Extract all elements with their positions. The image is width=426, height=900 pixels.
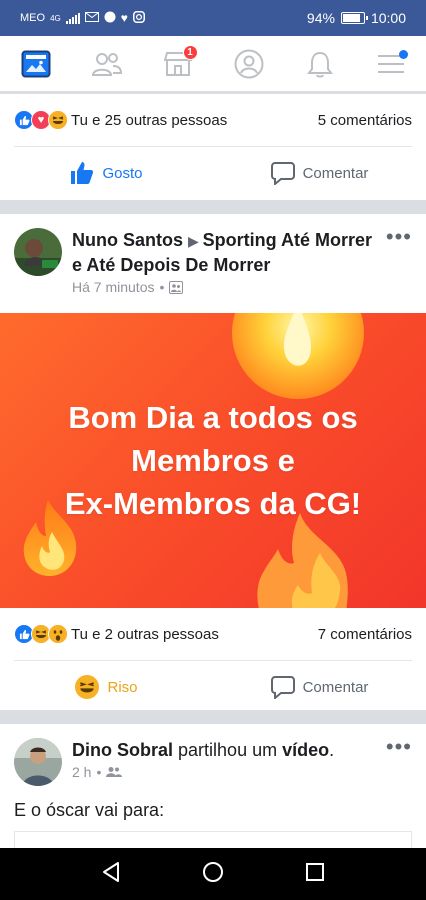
back-triangle-icon: [102, 861, 119, 882]
clock: 10:00: [370, 10, 406, 26]
reaction-summary[interactable]: ♥ Tu e 25 outras pessoas: [14, 110, 227, 130]
recents-button[interactable]: [305, 862, 325, 887]
post-subtitle: 2 h •: [72, 764, 386, 780]
signal-icon: [65, 12, 80, 24]
react-button[interactable]: Riso: [0, 661, 213, 713]
react-label: Riso: [107, 678, 138, 696]
post-banner[interactable]: Bom Dia a todos os Membros e Ex-Membros …: [0, 313, 426, 608]
avatar[interactable]: [14, 738, 62, 786]
reactions-text: Tu e 2 outras pessoas: [71, 625, 219, 643]
haha-reaction-icon: [48, 110, 68, 130]
news-feed-icon: [21, 50, 50, 77]
menu-notification-dot: [398, 49, 408, 59]
friends-icon: [91, 52, 122, 76]
nav-news-feed[interactable]: [14, 42, 58, 86]
avatar[interactable]: [14, 228, 62, 276]
banner-line: Bom Dia a todos os: [68, 400, 358, 435]
nav-marketplace[interactable]: 1: [156, 42, 200, 86]
nav-profile[interactable]: [227, 42, 271, 86]
author-name[interactable]: Nuno Santos: [72, 230, 183, 250]
reactions-text: Tu e 25 outras pessoas: [71, 111, 228, 129]
banner-line: Ex-Membros da CG!: [64, 486, 362, 521]
post-text: E o óscar vai para:: [14, 800, 165, 820]
comments-count[interactable]: 7 comentários: [318, 626, 412, 643]
post-meta: Dino Sobral partilhou um vídeo. 2 h •: [72, 738, 386, 786]
thumbs-up-icon: [71, 162, 94, 184]
comment-icon: [270, 162, 295, 185]
carrier-label: MEO: [20, 12, 46, 24]
post-title: Nuno Santos ▶ Sporting Até Morrer e Até …: [72, 228, 386, 277]
system-nav-bar: [0, 848, 426, 900]
comments-count[interactable]: 5 comentários: [318, 112, 412, 129]
comment-icon: [270, 676, 295, 699]
banner-text: Bom Dia a todos os Membros e Ex-Membros …: [65, 396, 361, 525]
heart-icon: ♥: [120, 11, 128, 25]
author-name[interactable]: Dino Sobral: [72, 740, 173, 760]
battery-label: 94%: [306, 10, 335, 26]
reaction-summary[interactable]: Tu e 2 outras pessoas: [14, 624, 219, 644]
actions-row: Riso Comentar: [0, 661, 426, 713]
nav-notifications[interactable]: [298, 42, 342, 86]
status-left: MEO 4G ♥: [20, 10, 145, 26]
post-card-2: Nuno Santos ▶ Sporting Até Morrer e Até …: [0, 214, 426, 710]
post-object-link[interactable]: vídeo: [282, 740, 329, 760]
post-card-1: ♥ Tu e 25 outras pessoas 5 comentários G…: [0, 94, 426, 200]
flame-icon: [257, 513, 348, 608]
status-right: 94% 10:00: [307, 10, 406, 26]
reaction-icons: [14, 624, 68, 644]
comment-button[interactable]: Comentar: [213, 661, 426, 713]
friends-audience-icon: [106, 767, 123, 777]
comment-label: Comentar: [302, 164, 369, 182]
arrow-right-icon: ▶: [188, 233, 203, 249]
more-options-button[interactable]: •••: [386, 226, 412, 295]
network-label: 4G: [50, 13, 61, 23]
nav-menu[interactable]: [369, 42, 413, 86]
recents-square-icon: [306, 862, 325, 881]
mail-icon: [84, 11, 99, 25]
post-card-3: Dino Sobral partilhou um vídeo. 2 h • ••…: [0, 724, 426, 861]
reaction-icons: ♥: [14, 110, 68, 130]
battery-icon: [340, 12, 368, 24]
top-nav-bar: 1: [0, 36, 426, 92]
back-button[interactable]: [101, 861, 121, 888]
wow-reaction-icon: [48, 624, 68, 644]
post-header: Dino Sobral partilhou um vídeo. 2 h • ••…: [0, 724, 426, 786]
marketplace-badge: 1: [182, 44, 198, 60]
separator-dot: •: [159, 279, 165, 295]
banner-line: Membros e: [131, 443, 295, 478]
instagram-icon: [132, 10, 145, 26]
post-time[interactable]: Há 7 minutos: [72, 279, 154, 295]
profile-icon: [234, 49, 263, 78]
post-action: partilhou um: [178, 740, 278, 760]
post-header: Nuno Santos ▶ Sporting Até Morrer e Até …: [0, 214, 426, 295]
period: .: [329, 740, 335, 760]
reactions-row: Tu e 2 outras pessoas 7 comentários: [0, 608, 426, 660]
status-bar: MEO 4G ♥ 94% 10:00: [0, 0, 426, 36]
home-circle-icon: [202, 861, 223, 882]
comment-button[interactable]: Comentar: [213, 147, 426, 199]
nav-friends[interactable]: [85, 42, 129, 86]
flame-icon: [232, 313, 364, 399]
reactions-row: ♥ Tu e 25 outras pessoas 5 comentários: [0, 94, 426, 146]
home-button[interactable]: [202, 861, 224, 888]
post-title: Dino Sobral partilhou um vídeo.: [72, 738, 386, 762]
post-meta: Nuno Santos ▶ Sporting Até Morrer e Até …: [72, 228, 386, 295]
haha-emoji-icon: [75, 675, 100, 699]
post-time[interactable]: 2 h: [72, 764, 91, 780]
battery-level: [342, 14, 360, 22]
more-options-button[interactable]: •••: [386, 736, 412, 786]
like-button[interactable]: Gosto: [0, 147, 213, 199]
like-label: Gosto: [102, 164, 143, 182]
messenger-icon: [104, 11, 116, 26]
comment-label: Comentar: [302, 678, 369, 696]
actions-row: Gosto Comentar: [0, 147, 426, 199]
post-subtitle: Há 7 minutos •: [72, 279, 386, 295]
separator-dot: •: [96, 764, 102, 780]
bell-icon: [306, 51, 333, 77]
group-privacy-icon: [169, 280, 184, 294]
